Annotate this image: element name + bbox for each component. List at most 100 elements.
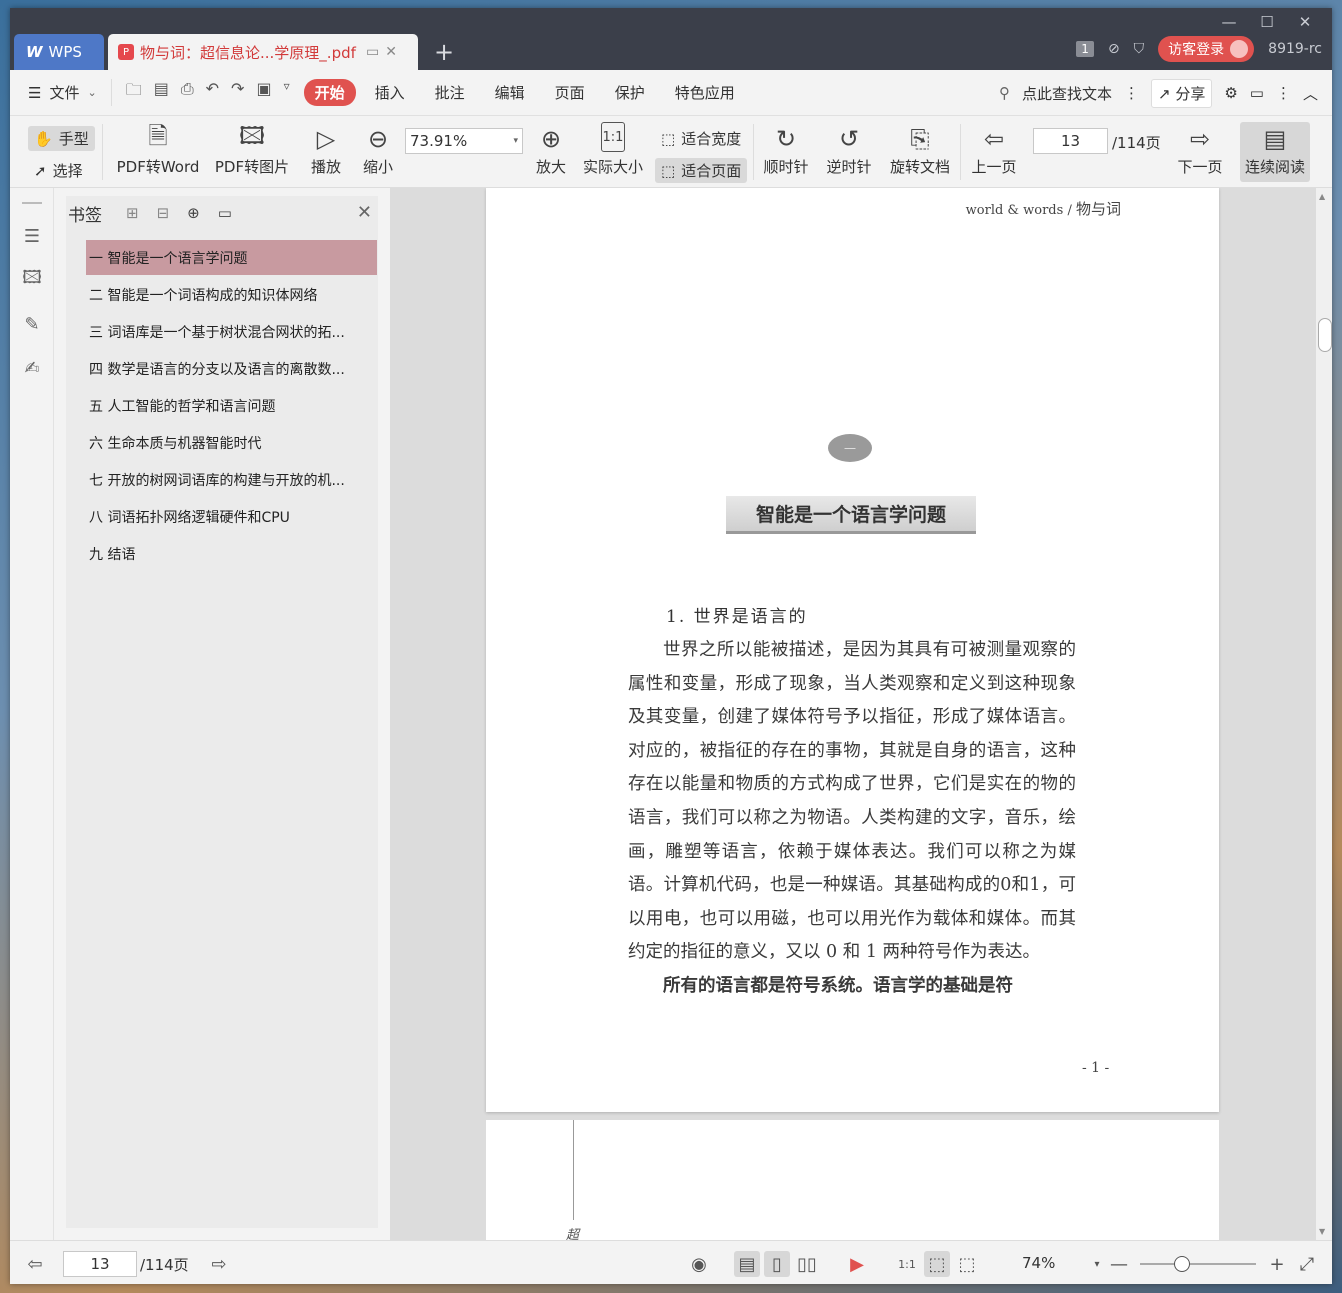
zoom-select[interactable]: 73.91% ▾	[405, 128, 523, 154]
scroll-up-icon[interactable]: ▲	[1319, 192, 1325, 201]
fit-width-icon[interactable]: ⬚	[954, 1251, 980, 1277]
select-tool-button[interactable]: ➚ 选择	[28, 158, 89, 183]
bookmark-item[interactable]: 二 智能是一个词语构成的知识体网络	[86, 277, 377, 312]
window-count-badge[interactable]: 1	[1076, 41, 1094, 57]
export-image-icon[interactable]: ▣	[256, 79, 271, 106]
scroll-down-icon[interactable]: ▼	[1319, 1227, 1325, 1236]
tab-edit[interactable]: 编辑	[484, 79, 536, 106]
zoom-in-icon[interactable]: +	[1264, 1251, 1290, 1277]
rotate-document-button[interactable]: ⎘ 旋转文档	[886, 122, 954, 177]
minimize-icon[interactable]: —	[1210, 10, 1248, 34]
signature-icon[interactable]: ✍	[10, 346, 54, 390]
bookmark-item[interactable]: 八 词语拓扑网络逻辑硬件和CPU	[86, 499, 377, 534]
play-icon[interactable]: ▶	[844, 1251, 870, 1277]
bookmark-item[interactable]: 九 结语	[86, 536, 377, 571]
actual-size-button[interactable]: 1:1 实际大小	[580, 122, 646, 177]
tab-special[interactable]: 特色应用	[664, 79, 746, 106]
skin-icon[interactable]: ⊘	[1108, 41, 1120, 57]
shirt-icon[interactable]: ⛉	[1134, 41, 1145, 57]
close-window-icon[interactable]: ✕	[1286, 10, 1324, 34]
zoom-slider[interactable]	[1140, 1256, 1256, 1272]
pdf-to-image-button[interactable]: 🖾 PDF转图片	[210, 122, 294, 177]
rotate-counterclockwise-icon: ↺	[838, 125, 860, 153]
next-page-icon[interactable]: ⇨	[206, 1251, 232, 1277]
actual-size-icon[interactable]: 1:1	[894, 1251, 920, 1277]
pin-screen-icon[interactable]: ▭	[366, 44, 379, 60]
close-icon[interactable]: ✕	[357, 202, 372, 223]
undo-icon[interactable]: ↶	[206, 79, 219, 106]
hand-tool-button[interactable]: ✋ 手型	[28, 126, 95, 151]
prev-page-icon[interactable]: ⇦	[22, 1251, 48, 1277]
login-button[interactable]: 访客登录	[1158, 36, 1255, 62]
vertical-more-icon[interactable]: ⋮	[1276, 84, 1291, 102]
tab-start[interactable]: 开始	[303, 79, 356, 106]
fit-width-button[interactable]: ⬚ 适合宽度	[655, 126, 747, 151]
share-label: 分享	[1175, 84, 1206, 103]
collapse-ribbon-icon[interactable]: ︿	[1303, 83, 1318, 104]
status-page-input[interactable]: 13	[63, 1251, 137, 1277]
chevron-down-icon: ▾	[513, 136, 518, 146]
more-options-icon[interactable]: ⋮	[1124, 84, 1139, 102]
bookmark-item[interactable]: 七 开放的树网词语库的构建与开放的机...	[86, 462, 377, 497]
redo-icon[interactable]: ↷	[231, 79, 244, 106]
annotation-icon[interactable]: ✎	[10, 302, 54, 346]
prev-page-button[interactable]: ⇦ 上一页	[968, 122, 1020, 177]
bookmark-item[interactable]: 三 词语库是一个基于树状混合网状的拓...	[86, 314, 377, 349]
scrollbar-thumb[interactable]	[1318, 318, 1332, 352]
zoom-out-icon[interactable]: —	[1106, 1251, 1132, 1277]
continuous-view-icon[interactable]: ▤	[734, 1251, 760, 1277]
collapse-all-icon[interactable]: ⊟	[157, 204, 170, 222]
continuous-reading-button[interactable]: ▤ 连续阅读	[1240, 122, 1310, 182]
tab-document[interactable]: P 物与词：超信息论...学原理_.pdf ▭ ✕	[108, 34, 418, 70]
tab-wps-home[interactable]: W WPS	[14, 34, 104, 70]
tab-page[interactable]: 页面	[544, 79, 596, 106]
file-menu[interactable]: ☰ 文件 ⌄	[10, 82, 111, 103]
find-text-button[interactable]: 点此查找文本	[1022, 83, 1112, 104]
settings-gear-icon[interactable]: ⚙	[1224, 84, 1237, 102]
bookmark-item[interactable]: 六 生命本质与机器智能时代	[86, 425, 377, 460]
pdf-page: 超	[486, 1120, 1219, 1240]
thumbnail-icon[interactable]: 🖾	[10, 258, 54, 302]
two-page-icon[interactable]: ▯▯	[794, 1251, 820, 1277]
more-dropdown-icon[interactable]: ▿	[284, 79, 290, 106]
eye-protection-icon[interactable]: ◉	[686, 1251, 712, 1277]
tab-insert[interactable]: 插入	[364, 79, 416, 106]
expand-all-icon[interactable]: ⊞	[126, 204, 139, 222]
bookmark-list-icon[interactable]: ☰	[10, 214, 54, 258]
tab-annotate[interactable]: 批注	[424, 79, 476, 106]
next-page-button[interactable]: ⇨ 下一页	[1174, 122, 1226, 177]
bookmark-item[interactable]: 四 数学是语言的分支以及语言的离散数...	[86, 351, 377, 386]
page-number-input[interactable]: 13	[1033, 128, 1108, 154]
chapter-title: 智能是一个语言学问题	[726, 496, 976, 534]
bookmark-settings-icon[interactable]: ▭	[218, 204, 232, 222]
fit-page-button[interactable]: ⬚ 适合页面	[655, 158, 748, 183]
rotate-counterclockwise-button[interactable]: ↺ 逆时针	[822, 122, 876, 177]
rotate-clockwise-button[interactable]: ↻ 顺时针	[760, 122, 812, 177]
drag-handle[interactable]	[21, 202, 42, 204]
pdf-to-word-button[interactable]: 🗎 PDF转Word	[112, 122, 204, 177]
zoom-slider-knob[interactable]	[1174, 1256, 1190, 1272]
status-zoom-value[interactable]: 74%	[1022, 1254, 1055, 1272]
single-page-icon[interactable]: ▯	[764, 1251, 790, 1277]
zoom-out-button[interactable]: ⊖ 缩小	[358, 122, 398, 177]
document-viewer[interactable]: world & words / 物与词 一 智能是一个语言学问题 1. 世界是语…	[390, 188, 1316, 1240]
share-button[interactable]: ↗ 分享	[1150, 78, 1213, 108]
fullscreen-icon[interactable]: ⤢	[1294, 1251, 1320, 1277]
vertical-scrollbar[interactable]: ▲ ▼	[1316, 188, 1332, 1240]
print-icon[interactable]: ⎙	[181, 79, 194, 106]
search-icon[interactable]: ⚲	[999, 84, 1010, 102]
comment-icon[interactable]: ▭	[1250, 84, 1264, 102]
save-icon[interactable]: ▤	[154, 79, 169, 106]
close-tab-icon[interactable]: ✕	[385, 44, 397, 60]
image-icon: 🖾	[238, 121, 266, 150]
bookmark-item[interactable]: 一 智能是一个语言学问题	[86, 240, 377, 275]
add-bookmark-icon[interactable]: ⊕	[187, 204, 200, 222]
zoom-in-button[interactable]: ⊕ 放大	[531, 122, 571, 177]
bookmark-item[interactable]: 五 人工智能的哲学和语言问题	[86, 388, 377, 423]
fit-page-icon[interactable]: ⬚	[924, 1251, 950, 1277]
tab-protect[interactable]: 保护	[604, 79, 656, 106]
maximize-icon[interactable]: ☐	[1248, 10, 1286, 34]
open-folder-icon[interactable]: 🗀	[126, 79, 142, 106]
play-button[interactable]: ▷ 播放	[306, 122, 346, 177]
new-tab-icon[interactable]: +	[434, 38, 454, 66]
